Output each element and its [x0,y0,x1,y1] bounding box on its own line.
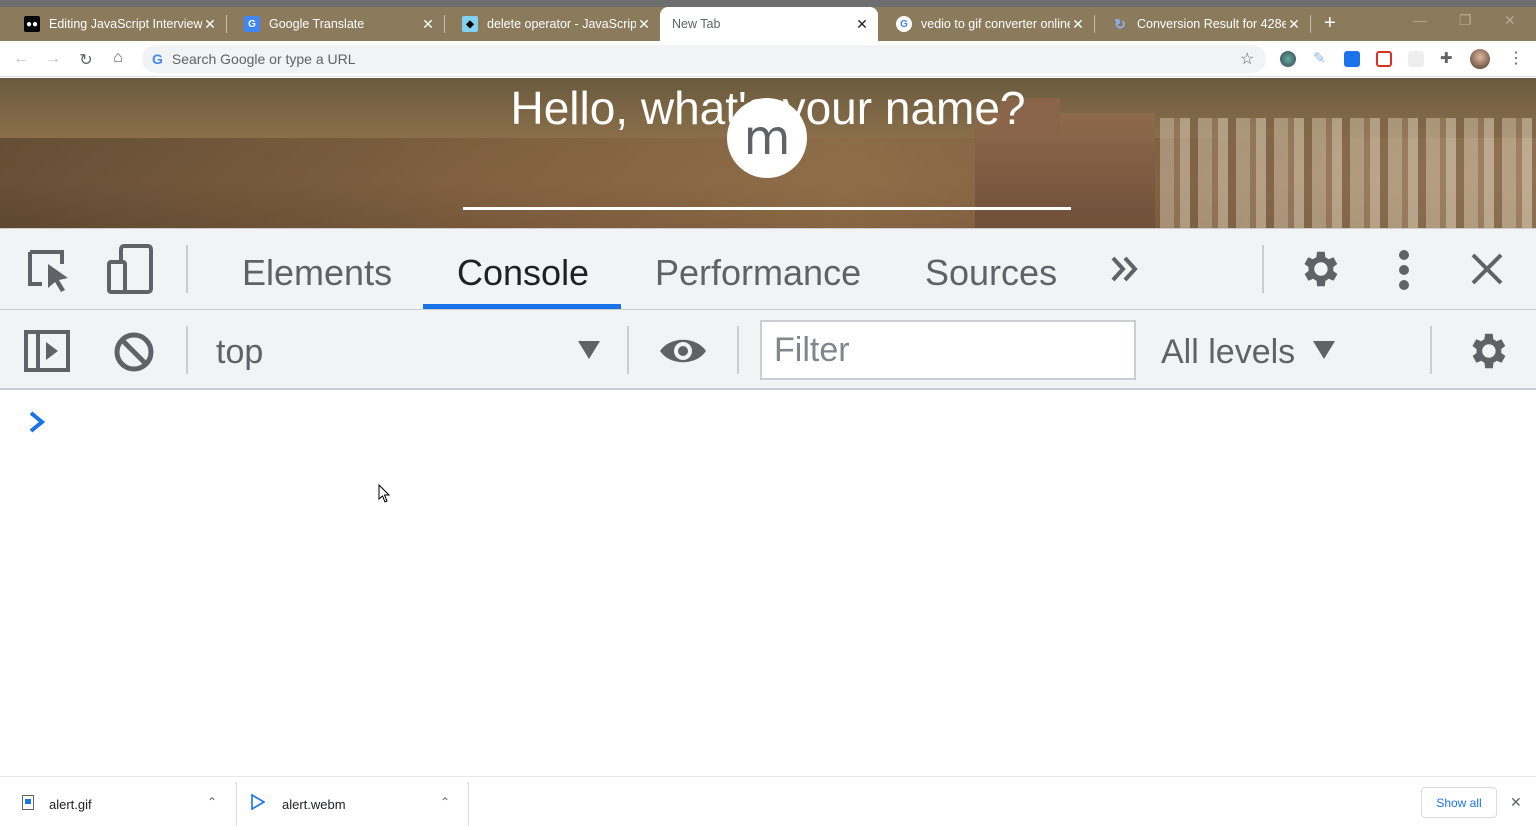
toolbar-divider [1430,326,1432,374]
extensions-puzzle-icon[interactable]: ✚ [1440,49,1453,67]
maximize-button[interactable]: ❐ [1459,12,1472,29]
levels-dropdown-arrow-icon[interactable] [1313,341,1335,359]
mouse-cursor-icon [378,484,391,503]
clear-console-icon[interactable] [113,331,155,373]
google-icon: G [896,16,912,32]
context-dropdown-arrow-icon[interactable] [578,341,600,359]
new-tab-button[interactable]: + [1324,12,1336,34]
settings-gear-icon[interactable] [1296,246,1342,292]
tab-elements[interactable]: Elements [242,252,392,294]
loading-icon: ↻ [1114,15,1126,32]
tab-conversion-result[interactable]: ↻ Conversion Result for 428e9 ✕ [1094,7,1310,41]
google-icon: G [152,51,163,67]
execution-context-select[interactable]: top [216,333,263,372]
reload-button[interactable]: ↻ [77,50,95,70]
console-filter-input[interactable]: Filter [760,320,1136,380]
download-shelf [0,776,1536,830]
console-output[interactable] [0,392,1536,776]
user-avatar[interactable]: m [727,98,807,178]
video-file-icon [251,794,265,810]
inspect-element-icon[interactable] [28,250,74,292]
close-tab-icon[interactable]: ✕ [854,16,870,33]
mdn-icon: ◆ [462,16,478,32]
tab-title: vedio to gif converter online [921,17,1070,31]
shelf-divider [468,782,469,826]
toolbar-divider [186,245,188,293]
console-prompt-chevron-icon[interactable] [28,411,46,433]
extension-globe-icon[interactable] [1280,51,1296,67]
forward-button[interactable]: → [44,50,62,68]
minimize-button[interactable]: — [1413,12,1427,28]
tab-google-translate[interactable]: G Google Translate ✕ [226,7,444,41]
extension-record-icon[interactable] [1376,51,1392,67]
log-levels-select[interactable]: All levels [1161,333,1295,372]
toolbar-divider [737,326,739,374]
bookmark-star-icon[interactable]: ☆ [1240,49,1254,69]
close-tab-icon[interactable]: ✕ [420,16,436,33]
chevron-up-icon[interactable]: ⌃ [207,795,217,809]
close-shelf-icon[interactable]: ✕ [1510,794,1522,811]
tab-title: Google Translate [269,17,365,31]
tab-delete-operator[interactable]: ◆ delete operator - JavaScript | ✕ [444,7,660,41]
download-item-name[interactable]: alert.webm [282,797,346,812]
close-tab-icon[interactable]: ✕ [636,16,652,33]
console-settings-gear-icon[interactable] [1464,328,1510,374]
address-bar[interactable]: G Search Google or type a URL [142,45,1266,73]
tab-title: delete operator - JavaScript | [487,17,636,31]
home-button[interactable]: ⌂ [109,49,127,67]
close-tab-icon[interactable]: ✕ [202,16,218,33]
tab-title: Editing JavaScript Interview Q [49,17,202,31]
active-tab-indicator [423,304,621,309]
close-devtools-icon[interactable] [1470,252,1504,286]
close-window-button[interactable]: ✕ [1504,12,1516,29]
show-all-downloads-button[interactable]: Show all [1421,787,1497,818]
toolbar-divider [186,326,188,374]
tab-editing-javascript[interactable]: ●● Editing JavaScript Interview Q ✕ [6,7,226,41]
close-tab-icon[interactable]: ✕ [1070,16,1086,33]
medium-icon: ●● [24,16,40,32]
tab-new-tab[interactable]: New Tab ✕ [660,7,878,41]
live-expression-eye-icon[interactable] [658,334,708,368]
toolbar-divider [627,326,629,374]
tab-performance[interactable]: Performance [655,252,861,294]
toolbar-divider [1262,245,1264,293]
tab-console[interactable]: Console [457,252,589,294]
extension-pen-icon[interactable]: ✎ [1313,49,1326,67]
close-tab-icon[interactable]: ✕ [1286,16,1302,33]
tab-title: Conversion Result for 428e9 [1137,17,1286,31]
shelf-divider [236,782,237,826]
name-input-underline[interactable] [463,207,1071,210]
device-toolbar-icon[interactable] [107,244,155,294]
profile-avatar[interactable] [1470,49,1490,69]
extension-blue-icon[interactable] [1344,51,1360,67]
tab-sources[interactable]: Sources [925,252,1057,294]
devtools-menu-icon[interactable] [1396,248,1412,292]
more-tabs-chevron-icon[interactable] [1110,256,1140,282]
translate-icon: G [244,16,260,32]
chevron-up-icon[interactable]: ⌃ [440,795,450,809]
image-file-icon [22,795,34,810]
filter-placeholder: Filter [774,330,850,369]
address-bar-placeholder: Search Google or type a URL [171,51,356,67]
show-sidebar-icon[interactable] [24,330,70,372]
extension-blank-icon[interactable] [1408,51,1424,67]
browser-menu-icon[interactable]: ⋮ [1508,48,1524,68]
tab-title: New Tab [672,17,721,31]
back-button[interactable]: ← [12,50,30,68]
download-item-name[interactable]: alert.gif [49,797,92,812]
tab-vedio-to-gif[interactable]: G vedio to gif converter online ✕ [878,7,1094,41]
tab-divider [1310,15,1311,33]
